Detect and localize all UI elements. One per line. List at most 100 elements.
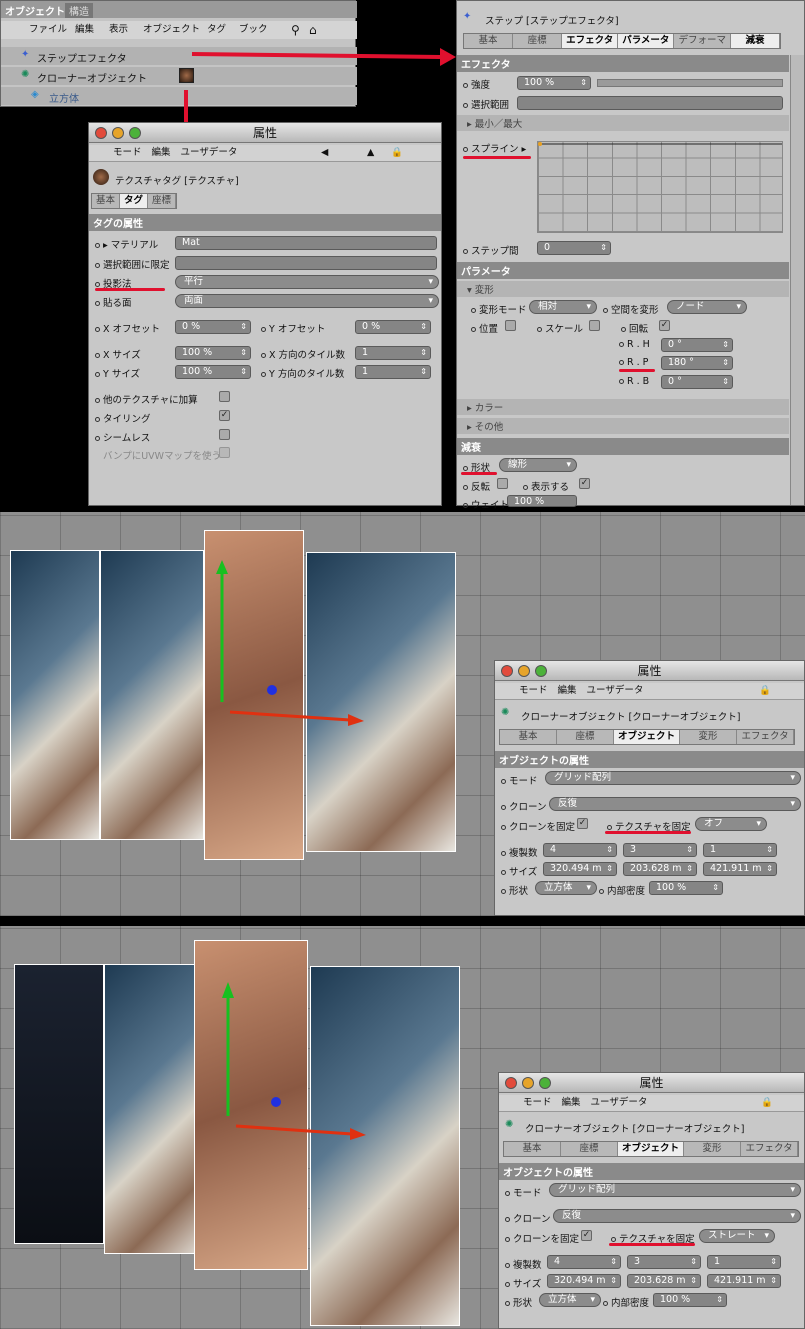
menu-mode[interactable]: モード <box>523 1097 552 1108</box>
zoom-icon[interactable] <box>539 1077 551 1089</box>
seamless-checkbox[interactable] <box>219 429 230 440</box>
shape-dropdown[interactable]: 立方体 <box>535 881 597 895</box>
fix-clone-checkbox[interactable]: ✓ <box>577 818 588 829</box>
tab-basic[interactable]: 基本 <box>464 34 514 48</box>
xoffset-field[interactable]: 0 % <box>175 320 251 334</box>
menu-edit[interactable]: 編集 <box>558 685 577 696</box>
size-z-field[interactable]: 421.911 m <box>707 1274 781 1288</box>
size-y-field[interactable]: 203.628 m <box>623 862 697 876</box>
tab-falloff[interactable]: 減衰 <box>730 34 780 48</box>
menu-edit[interactable]: 編集 <box>562 1097 581 1108</box>
fix-texture-dropdown[interactable]: ストレート <box>699 1229 775 1243</box>
menu-userdata[interactable]: ユーザデータ <box>587 685 644 696</box>
count-x-field[interactable]: 4 <box>543 843 617 857</box>
minimize-icon[interactable] <box>522 1077 534 1089</box>
scrollbar[interactable] <box>790 55 804 505</box>
clone-dropdown[interactable]: 反復 <box>549 797 801 811</box>
tab-coords[interactable]: 座標 <box>513 34 563 48</box>
minimize-icon[interactable] <box>518 665 530 677</box>
back-arrow-icon[interactable]: ◀ <box>321 145 328 161</box>
viewport-2[interactable]: 属性 モード 編集 ユーザデータ 🔒 ✺ クローナーオブジェクト [クローナーオブジ… <box>0 926 805 1329</box>
other-group[interactable]: ▸ その他 <box>457 418 789 434</box>
xsize-field[interactable]: 100 % <box>175 346 251 360</box>
count-z-field[interactable]: 1 <box>707 1255 781 1269</box>
count-y-field[interactable]: 3 <box>627 1255 701 1269</box>
strength-field[interactable]: 100 % <box>517 76 591 90</box>
color-group[interactable]: ▸ カラー <box>457 399 789 415</box>
density-field[interactable]: 100 % <box>649 881 723 895</box>
yoffset-field[interactable]: 0 % <box>355 320 431 334</box>
spline-graph[interactable] <box>537 141 783 233</box>
close-icon[interactable] <box>505 1077 517 1089</box>
lock-icon[interactable]: 🔒 <box>761 1095 773 1111</box>
rotation-checkbox[interactable]: ✓ <box>659 320 670 331</box>
gap-field[interactable]: 0 <box>537 241 611 255</box>
menu-edit[interactable]: 編集 <box>152 147 171 158</box>
zoom-icon[interactable] <box>129 127 141 139</box>
tspace-dropdown[interactable]: ノード <box>667 300 747 314</box>
size-x-field[interactable]: 320.494 m <box>543 862 617 876</box>
tab-deformer[interactable]: デフォーマ <box>674 34 731 48</box>
lock-icon[interactable]: 🔒 <box>391 145 403 161</box>
lock-icon[interactable]: 🔒 <box>759 683 771 699</box>
selection-field[interactable] <box>517 96 783 110</box>
up-arrow-icon[interactable]: ▲ <box>367 145 374 161</box>
menu-mode[interactable]: モード <box>113 147 142 158</box>
mode-dropdown[interactable]: グリッド配列 <box>545 771 801 785</box>
restrict-field[interactable] <box>175 256 437 270</box>
zoom-icon[interactable] <box>535 665 547 677</box>
menu-userdata[interactable]: ユーザデータ <box>181 147 238 158</box>
tab-effector[interactable]: エフェクタ <box>562 34 619 48</box>
tab-object[interactable]: オブジェクト <box>618 1142 685 1156</box>
fix-texture-dropdown[interactable]: オフ <box>695 817 767 831</box>
close-icon[interactable] <box>501 665 513 677</box>
tab-effector[interactable]: エフェクタ <box>737 730 795 744</box>
rh-field[interactable]: 0 ° <box>661 338 733 352</box>
transform-group[interactable]: ▾ 変形 <box>457 281 789 297</box>
invert-checkbox[interactable] <box>497 478 508 489</box>
tab-basic[interactable]: 基本 <box>504 1142 561 1156</box>
tab-transform[interactable]: 変形 <box>680 730 738 744</box>
menu-userdata[interactable]: ユーザデータ <box>591 1097 648 1108</box>
count-z-field[interactable]: 1 <box>703 843 777 857</box>
count-y-field[interactable]: 3 <box>623 843 697 857</box>
fix-clone-checkbox[interactable]: ✓ <box>581 1230 592 1241</box>
size-y-field[interactable]: 203.628 m <box>627 1274 701 1288</box>
weight-field[interactable]: 100 % <box>507 495 577 507</box>
size-x-field[interactable]: 320.494 m <box>547 1274 621 1288</box>
projection-dropdown[interactable]: 平行 <box>175 275 439 289</box>
material-field[interactable]: Mat <box>175 236 437 250</box>
tmode-dropdown[interactable]: 相対 <box>529 300 597 314</box>
bump-uvw-checkbox[interactable] <box>219 447 230 458</box>
tab-effector[interactable]: エフェクタ <box>741 1142 799 1156</box>
close-icon[interactable] <box>95 127 107 139</box>
tab-coords[interactable]: 座標 <box>148 194 177 208</box>
shape-dropdown[interactable]: 立方体 <box>539 1293 601 1307</box>
ysize-field[interactable]: 100 % <box>175 365 251 379</box>
clone-dropdown[interactable]: 反復 <box>553 1209 801 1223</box>
tab-basic[interactable]: 基本 <box>92 194 121 208</box>
tab-parameter[interactable]: パラメータ <box>618 34 675 48</box>
tab-basic[interactable]: 基本 <box>500 730 557 744</box>
tab-tag[interactable]: タグ <box>120 194 149 208</box>
size-z-field[interactable]: 421.911 m <box>703 862 777 876</box>
visible-checkbox[interactable]: ✓ <box>579 478 590 489</box>
tab-coords[interactable]: 座標 <box>557 730 614 744</box>
rb-field[interactable]: 0 ° <box>661 375 733 389</box>
mode-dropdown[interactable]: グリッド配列 <box>549 1183 801 1197</box>
density-field[interactable]: 100 % <box>653 1293 727 1307</box>
ytile-field[interactable]: 1 <box>355 365 431 379</box>
side-dropdown[interactable]: 両面 <box>175 294 439 308</box>
tab-coords[interactable]: 座標 <box>561 1142 618 1156</box>
shape-dropdown[interactable]: 線形 <box>499 458 577 472</box>
rp-field[interactable]: 180 ° <box>661 356 733 370</box>
position-checkbox[interactable] <box>505 320 516 331</box>
tiling-checkbox[interactable]: ✓ <box>219 410 230 421</box>
minmax-group[interactable]: ▸ 最小／最大 <box>457 115 789 131</box>
add-texture-checkbox[interactable] <box>219 391 230 402</box>
tab-object[interactable]: オブジェクト <box>614 730 681 744</box>
strength-slider[interactable] <box>597 79 783 87</box>
xtile-field[interactable]: 1 <box>355 346 431 360</box>
scale-checkbox[interactable] <box>589 320 600 331</box>
menu-mode[interactable]: モード <box>519 685 548 696</box>
